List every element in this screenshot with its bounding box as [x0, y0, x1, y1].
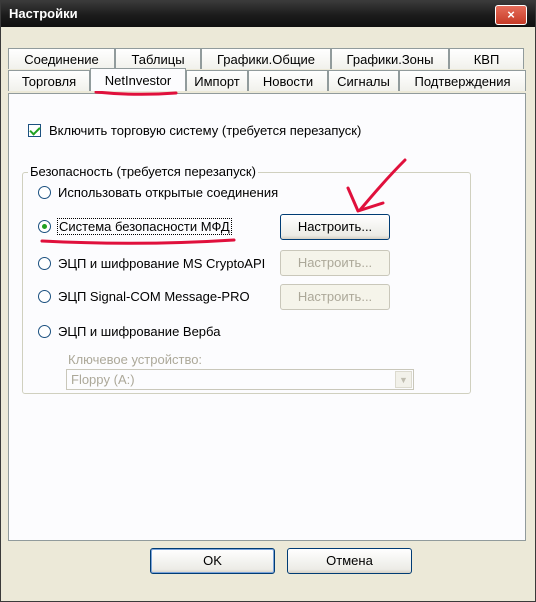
radio-label: ЭЦП и шифрование MS CryptoAPI [58, 256, 266, 271]
trading-system-label: Включить торговую систему (требуется пер… [49, 123, 362, 138]
tab-confirmations[interactable]: Подтверждения [399, 70, 526, 91]
cancel-button[interactable]: Отмена [287, 548, 412, 574]
radio-verba[interactable]: ЭЦП и шифрование Верба [38, 324, 220, 339]
radio-button[interactable] [38, 257, 51, 270]
configure-signal-com-button[interactable]: Настроить... [280, 284, 390, 310]
key-device-label: Ключевое устройство: [68, 352, 203, 367]
radio-open-connections[interactable]: Использовать открытые соединения [38, 185, 278, 200]
tab-trading[interactable]: Торговля [8, 70, 90, 91]
close-button[interactable]: × [495, 5, 527, 25]
radio-label: Использовать открытые соединения [58, 185, 279, 200]
radio-signal-com[interactable]: ЭЦП Signal-COM Message-PRO [38, 289, 250, 304]
tab-charts-zones[interactable]: Графики.Зоны [331, 48, 449, 69]
key-device-select[interactable]: Floppy (A:) ▼ [66, 369, 414, 390]
tab-kvp[interactable]: КВП [449, 48, 524, 69]
key-device-value: Floppy (A:) [71, 372, 135, 387]
radio-button[interactable] [38, 186, 51, 199]
tab-tables[interactable]: Таблицы [115, 48, 201, 69]
trading-system-checkbox[interactable] [28, 124, 41, 137]
tab-signals[interactable]: Сигналы [328, 70, 399, 91]
configure-cryptoapi-button[interactable]: Настроить... [280, 250, 390, 276]
tab-connection[interactable]: Соединение [8, 48, 115, 69]
radio-ms-cryptoapi[interactable]: ЭЦП и шифрование MS CryptoAPI [38, 256, 265, 271]
chevron-down-icon[interactable]: ▼ [395, 371, 412, 388]
configure-mfd-button[interactable]: Настроить... [280, 214, 390, 240]
radio-label: Система безопасности МФД [57, 218, 232, 235]
tab-news[interactable]: Новости [248, 70, 328, 91]
window-title: Настройки [9, 6, 78, 21]
security-group-label: Безопасность (требуется перезапуск) [28, 164, 258, 179]
tab-import[interactable]: Импорт [186, 70, 248, 91]
ok-button[interactable]: OK [150, 548, 275, 574]
tab-row-1: Соединение Таблицы Графики.Общие Графики… [8, 48, 524, 70]
radio-mfd-security[interactable]: Система безопасности МФД [38, 218, 232, 235]
radio-button[interactable] [38, 325, 51, 338]
radio-button[interactable] [38, 290, 51, 303]
title-bar: Настройки × [1, 1, 535, 27]
tab-netinvestor[interactable]: NetInvestor [90, 68, 186, 91]
radio-label: ЭЦП и шифрование Верба [58, 324, 221, 339]
radio-button[interactable] [38, 220, 51, 233]
tab-row-2: Торговля NetInvestor Импорт Новости Сигн… [8, 68, 526, 92]
tab-charts-general[interactable]: Графики.Общие [201, 48, 331, 69]
radio-label: ЭЦП Signal-COM Message-PRO [58, 289, 250, 304]
trading-system-option[interactable]: Включить торговую систему (требуется пер… [28, 123, 361, 138]
